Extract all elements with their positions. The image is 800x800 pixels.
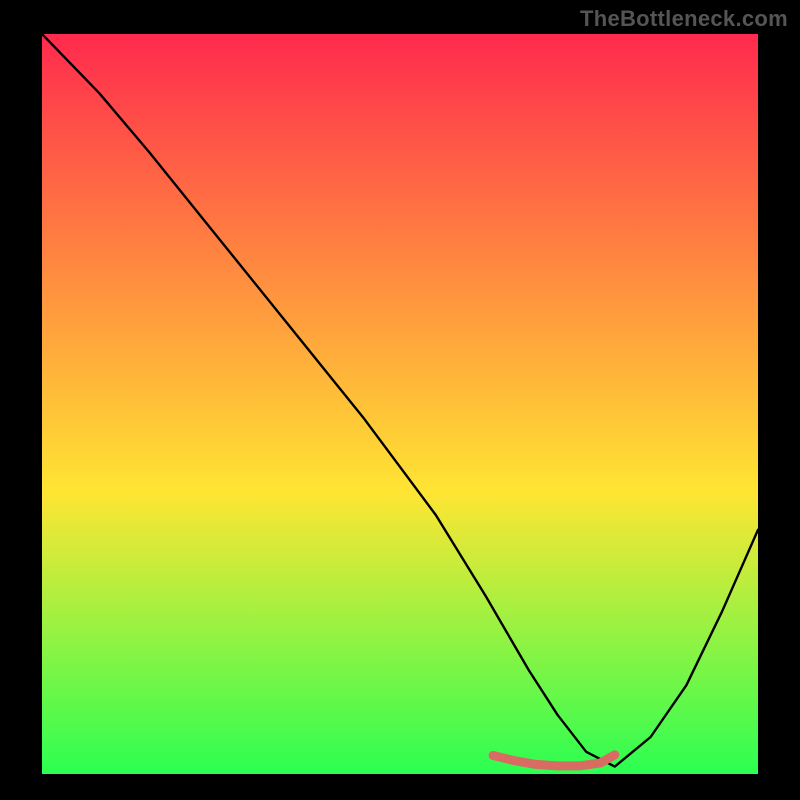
gradient-background [42,34,758,774]
watermark-text: TheBottleneck.com [580,6,788,32]
plot-area [42,34,758,774]
chart-container: TheBottleneck.com [0,0,800,800]
chart-svg [42,34,758,774]
